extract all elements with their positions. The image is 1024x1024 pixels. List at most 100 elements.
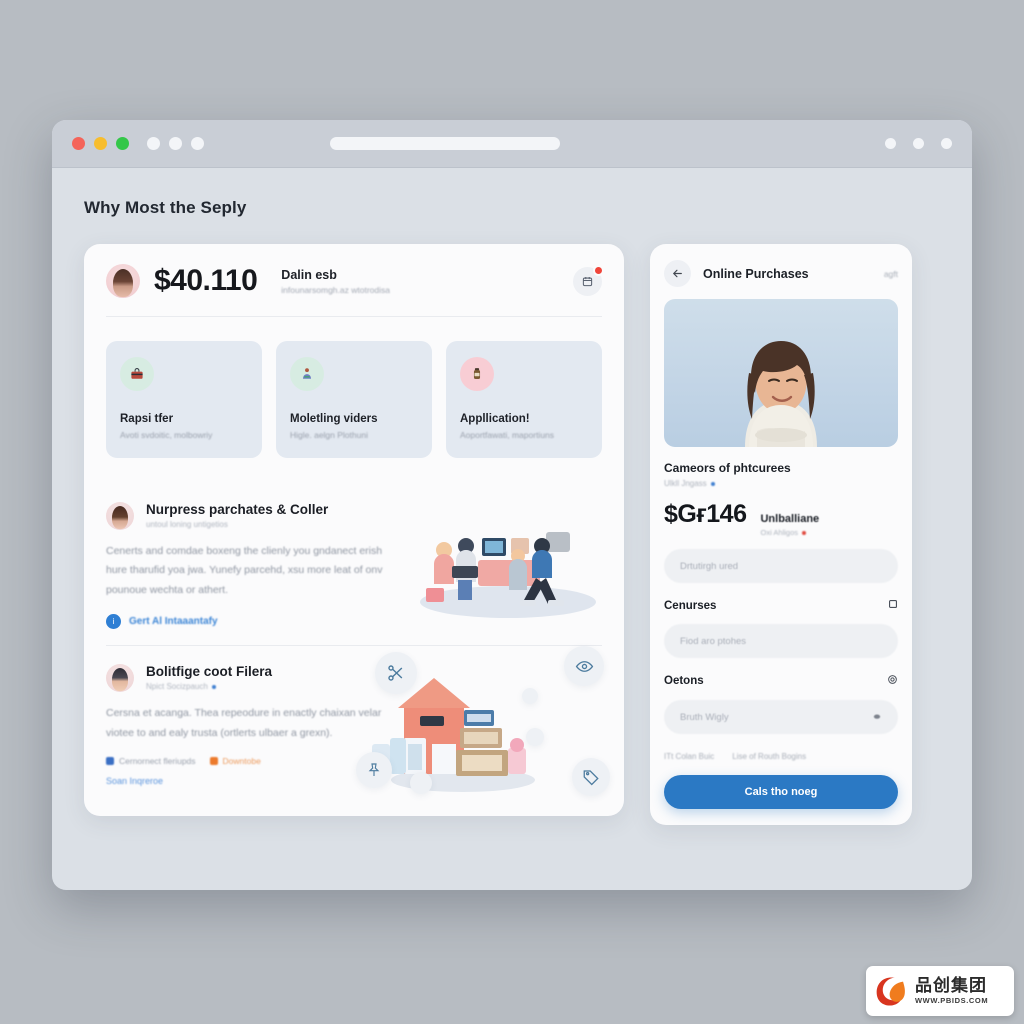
tag-connect[interactable]: Cernornect fleriupds xyxy=(106,756,196,766)
briefcase-icon xyxy=(120,357,154,391)
tile-subtitle: Avoti svdoitic, molbowriy xyxy=(120,430,213,440)
toolbar-dot-2[interactable] xyxy=(169,137,182,150)
price-value: $Gғ146 xyxy=(664,500,747,528)
square-icon[interactable] xyxy=(888,599,898,612)
main-card: $40.110 Dalin esb infounarsomgh.az wtotr… xyxy=(84,244,624,817)
scissors-icon[interactable] xyxy=(375,652,417,695)
section-label: Oetons xyxy=(664,675,704,687)
section-label: Cenurses xyxy=(664,599,717,612)
bottle-icon xyxy=(460,357,494,391)
section-row-cenurses: Cenurses xyxy=(664,599,898,612)
price-row: $Gғ146 Unlballiane Oxi Ahligos xyxy=(664,500,898,537)
balance-amount: $40.110 xyxy=(154,264,258,297)
search-input[interactable]: Drtutirgh ured xyxy=(664,549,898,583)
browser-window: Why Most the Seply $40.110 Dalin esb inf… xyxy=(52,120,972,890)
price-side-title: Unlballiane xyxy=(760,513,820,525)
hero-image xyxy=(664,299,898,447)
tile-rapsi-tfer[interactable]: Rapsi tfer Avoti svdoitic, molbowriy xyxy=(106,341,262,458)
eye-icon[interactable] xyxy=(564,646,604,687)
oetons-input[interactable]: Bruth Wigly xyxy=(664,700,898,734)
price-side-sub-text: Oxi Ahligos xyxy=(760,528,799,537)
section-subtitle: untoul loning untigetios xyxy=(146,520,328,529)
tile-application[interactable]: Appllication! Aoportfawati, maportiuns xyxy=(446,341,602,458)
alert-dot xyxy=(802,531,807,536)
close-window-button[interactable] xyxy=(72,137,85,150)
status-dot xyxy=(211,685,216,690)
section-subtitle-text: untoul loning untigetios xyxy=(146,520,228,529)
tag-icon[interactable] xyxy=(572,758,610,797)
window-controls[interactable] xyxy=(72,137,204,150)
tag-swatch xyxy=(106,757,114,766)
detail-panel: Online Purchases agft Cameors of phtcure… xyxy=(650,244,912,825)
team-desk-illustration xyxy=(420,532,596,618)
watermark-text: 品创集团 WWW.PBIDS.COM xyxy=(915,977,988,1005)
back-arrow-icon[interactable] xyxy=(664,260,691,287)
tile-subtitle: Aoportfawati, maportiuns xyxy=(460,430,555,440)
titlebar-menu-dot-3[interactable] xyxy=(941,138,952,149)
section-body: Cersna et acanga. Thea repeodure in enac… xyxy=(106,707,382,739)
detail-body: Cameors of phtcurees Ulkll Jngass $Gғ146… xyxy=(650,447,912,825)
tile-title: Moletling viders xyxy=(290,413,378,425)
avatar xyxy=(106,264,140,298)
section-title: Nurpress parchates & Coller xyxy=(146,502,329,517)
search-placeholder: Drtutirgh ured xyxy=(680,560,739,572)
section-body: Cenerts and comdae boxeng the clienly yo… xyxy=(106,545,383,596)
meta-item: ITt Colan Buic xyxy=(664,752,715,761)
account-email: infounarsomgh.az wtotrodisa xyxy=(281,284,390,295)
primary-cta-button[interactable]: Cals tho noeg xyxy=(664,775,898,809)
section-subtitle: Npict Socizpauch xyxy=(146,682,272,691)
smiling-woman-photo xyxy=(745,341,817,447)
detail-action-label[interactable]: agft xyxy=(884,269,898,279)
cenurses-placeholder: Fiod aro ptohes xyxy=(680,635,747,647)
detail-heading-sub: Ulkll Jngass xyxy=(664,479,898,488)
tile-title: Rapsi tfer xyxy=(120,413,174,425)
maximize-window-button[interactable] xyxy=(116,137,129,150)
account-name: Dalin esb xyxy=(281,267,337,282)
tag-label: Cernornect fleriupds xyxy=(119,756,196,767)
gear-icon[interactable] xyxy=(887,674,898,688)
tag-label: Downtobe xyxy=(222,756,261,767)
section-row-oetons: Oetons xyxy=(664,674,898,688)
titlebar-menu-dot-2[interactable] xyxy=(913,138,924,149)
watermark-cn: 品创集团 xyxy=(915,976,987,996)
minimize-window-button[interactable] xyxy=(94,137,107,150)
female-avatar xyxy=(106,502,134,530)
detail-heading: Cameors of phtcurees xyxy=(664,461,791,475)
red-leaf-logo xyxy=(876,976,905,1006)
cenurses-input[interactable]: Fiod aro ptohes xyxy=(664,624,898,658)
browser-titlebar xyxy=(52,120,972,168)
notification-button[interactable] xyxy=(573,264,604,296)
titlebar-menu-dot-1[interactable] xyxy=(885,138,896,149)
tag-download[interactable]: Downtobe xyxy=(209,756,261,767)
status-dot xyxy=(710,481,715,486)
section-title: Bolitfige coot Filera xyxy=(146,664,273,680)
tile-moletling-viders[interactable]: Moletling viders Higle. aelgn Plothuni xyxy=(276,341,432,458)
person-shirt-icon xyxy=(290,357,324,391)
titlebar-right-controls[interactable] xyxy=(885,138,952,149)
notification-badge xyxy=(593,264,604,276)
pin-icon[interactable] xyxy=(356,752,392,789)
detail-heading-sub-text: Ulkll Jngass xyxy=(664,479,707,488)
screenshot-root: Why Most the Seply $40.110 Dalin esb inf… xyxy=(0,0,1024,1024)
meta-row: ITt Colan Buic Lise of Routh Bogins xyxy=(664,752,898,761)
toolbar-dot-3[interactable] xyxy=(191,137,204,150)
toolbar-dot-1[interactable] xyxy=(147,137,160,150)
feed-section-filters: Bolitfige coot Filera Npict Socizpauch C… xyxy=(106,645,610,802)
dropdown-icon[interactable] xyxy=(872,711,882,724)
info-icon: i xyxy=(106,614,121,630)
watermark-url: WWW.PBIDS.COM xyxy=(915,996,989,1006)
feed: Nurpress parchates & Coller untoul lonin… xyxy=(84,484,624,802)
male-avatar xyxy=(106,664,134,693)
meta-item: Lise of Routh Bogins xyxy=(732,752,807,761)
account-header: $40.110 Dalin esb infounarsomgh.az wtotr… xyxy=(84,244,624,316)
watermark: 品创集团 WWW.PBIDS.COM xyxy=(866,966,1014,1016)
address-bar[interactable] xyxy=(330,137,560,150)
price-side-sub: Oxi Ahligos xyxy=(760,528,819,537)
tile-subtitle: Higle. aelgn Plothuni xyxy=(290,430,368,440)
section-subtitle-text: Npict Socizpauch xyxy=(146,682,208,692)
detail-title: Online Purchases xyxy=(703,266,809,281)
account-meta: Dalin esb infounarsomgh.az wtotrodisa xyxy=(281,268,390,295)
browser-viewport: Why Most the Seply $40.110 Dalin esb inf… xyxy=(52,168,972,890)
oetons-placeholder: Bruth Wigly xyxy=(680,711,729,723)
tile-title: Appllication! xyxy=(460,413,530,425)
